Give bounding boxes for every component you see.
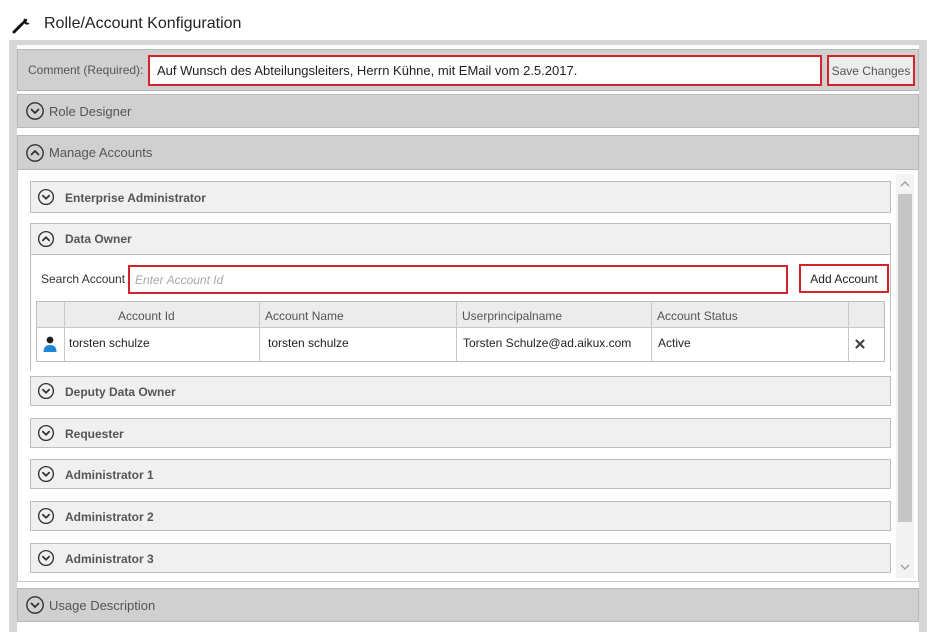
delete-icon[interactable] [854, 338, 866, 350]
search-account-label: Search Account [41, 272, 126, 286]
role-label-data-owner: Data Owner [65, 232, 132, 246]
window-frame-right [919, 40, 927, 632]
chevron-down-circle-icon[interactable] [37, 188, 55, 206]
save-changes-button[interactable]: Save Changes [827, 55, 915, 86]
window-frame-left [9, 40, 17, 632]
comment-label: Comment (Required): [28, 63, 144, 77]
section-role-designer[interactable] [17, 94, 919, 128]
role-label-deputy-data-owner: Deputy Data Owner [65, 385, 176, 399]
chevron-down-circle-icon[interactable] [37, 507, 55, 525]
section-label-role-designer: Role Designer [49, 104, 132, 119]
table-row[interactable] [37, 329, 884, 361]
role-label-administrator-3: Administrator 3 [65, 552, 154, 566]
role-label-enterprise-administrator: Enterprise Administrator [65, 191, 206, 205]
user-icon [42, 335, 58, 353]
cell-userprincipalname: Torsten Schulze@ad.aikux.com [463, 336, 632, 350]
add-account-button[interactable]: Add Account [799, 264, 889, 293]
chevron-down-circle-icon[interactable] [37, 424, 55, 442]
column-header-userprincipalname[interactable]: Userprincipalname [462, 309, 562, 323]
wrench-icon [12, 16, 32, 34]
chevron-down-circle-icon[interactable] [25, 101, 45, 121]
role-label-administrator-2: Administrator 2 [65, 510, 154, 524]
chevron-down-circle-icon[interactable] [25, 595, 45, 615]
role-data-owner[interactable] [30, 223, 891, 255]
section-label-manage-accounts: Manage Accounts [49, 145, 153, 160]
role-requester[interactable] [30, 418, 891, 448]
column-header-account-id[interactable]: Account Id [118, 309, 175, 323]
scroll-up-icon[interactable] [898, 178, 912, 190]
column-header-account-status[interactable]: Account Status [657, 309, 738, 323]
column-header-account-name[interactable]: Account Name [265, 309, 344, 323]
role-administrator-2[interactable] [30, 501, 891, 531]
cell-account-status: Active [658, 336, 691, 350]
window-title: Rolle/Account Konfiguration [44, 15, 242, 32]
chevron-down-circle-icon[interactable] [37, 465, 55, 483]
comment-input[interactable] [148, 55, 822, 86]
window-frame-top [9, 40, 927, 45]
cell-account-name: torsten schulze [268, 336, 349, 350]
chevron-up-circle-icon[interactable] [37, 230, 55, 248]
role-label-requester: Requester [65, 427, 124, 441]
search-account-input[interactable] [128, 265, 788, 294]
chevron-up-circle-icon[interactable] [25, 143, 45, 163]
section-label-usage-description: Usage Description [49, 598, 156, 613]
chevron-down-circle-icon[interactable] [37, 382, 55, 400]
chevron-down-circle-icon[interactable] [37, 549, 55, 567]
scrollbar-thumb[interactable] [898, 194, 912, 522]
role-administrator-3[interactable] [30, 543, 891, 573]
scroll-down-icon[interactable] [898, 561, 912, 573]
role-administrator-1[interactable] [30, 459, 891, 489]
cell-account-id: torsten schulze [69, 336, 150, 350]
role-label-administrator-1: Administrator 1 [65, 468, 154, 482]
